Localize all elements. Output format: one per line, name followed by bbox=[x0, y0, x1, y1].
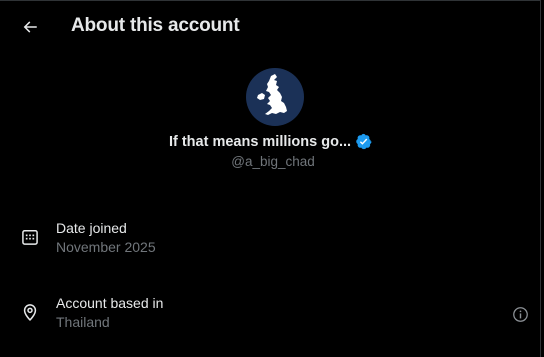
header-bar: About this account bbox=[0, 1, 541, 53]
date-joined-label: Date joined bbox=[56, 220, 127, 236]
uk-map-icon bbox=[257, 74, 287, 115]
account-location-label: Account based in bbox=[56, 295, 164, 311]
location-info-button[interactable] bbox=[509, 303, 531, 325]
back-button[interactable] bbox=[14, 11, 46, 43]
verified-badge-icon bbox=[356, 133, 372, 150]
location-pin-icon bbox=[23, 304, 37, 321]
account-location-value: Thailand bbox=[56, 314, 110, 330]
info-icon bbox=[512, 306, 528, 322]
page-title: About this account bbox=[71, 15, 240, 36]
date-joined-row: Date joined November 2025 bbox=[0, 220, 541, 276]
user-handle: @a_big_chad bbox=[231, 154, 315, 169]
name-row: If that means millions go... bbox=[0, 133, 541, 150]
calendar-icon bbox=[22, 230, 38, 245]
avatar[interactable] bbox=[246, 68, 304, 126]
date-joined-value: November 2025 bbox=[56, 239, 156, 255]
account-location-row: Account based in Thailand bbox=[0, 295, 541, 351]
display-name: If that means millions go... bbox=[168, 133, 352, 150]
arrow-left-icon bbox=[23, 21, 37, 33]
account-panel: About this account If that means million… bbox=[0, 0, 541, 357]
